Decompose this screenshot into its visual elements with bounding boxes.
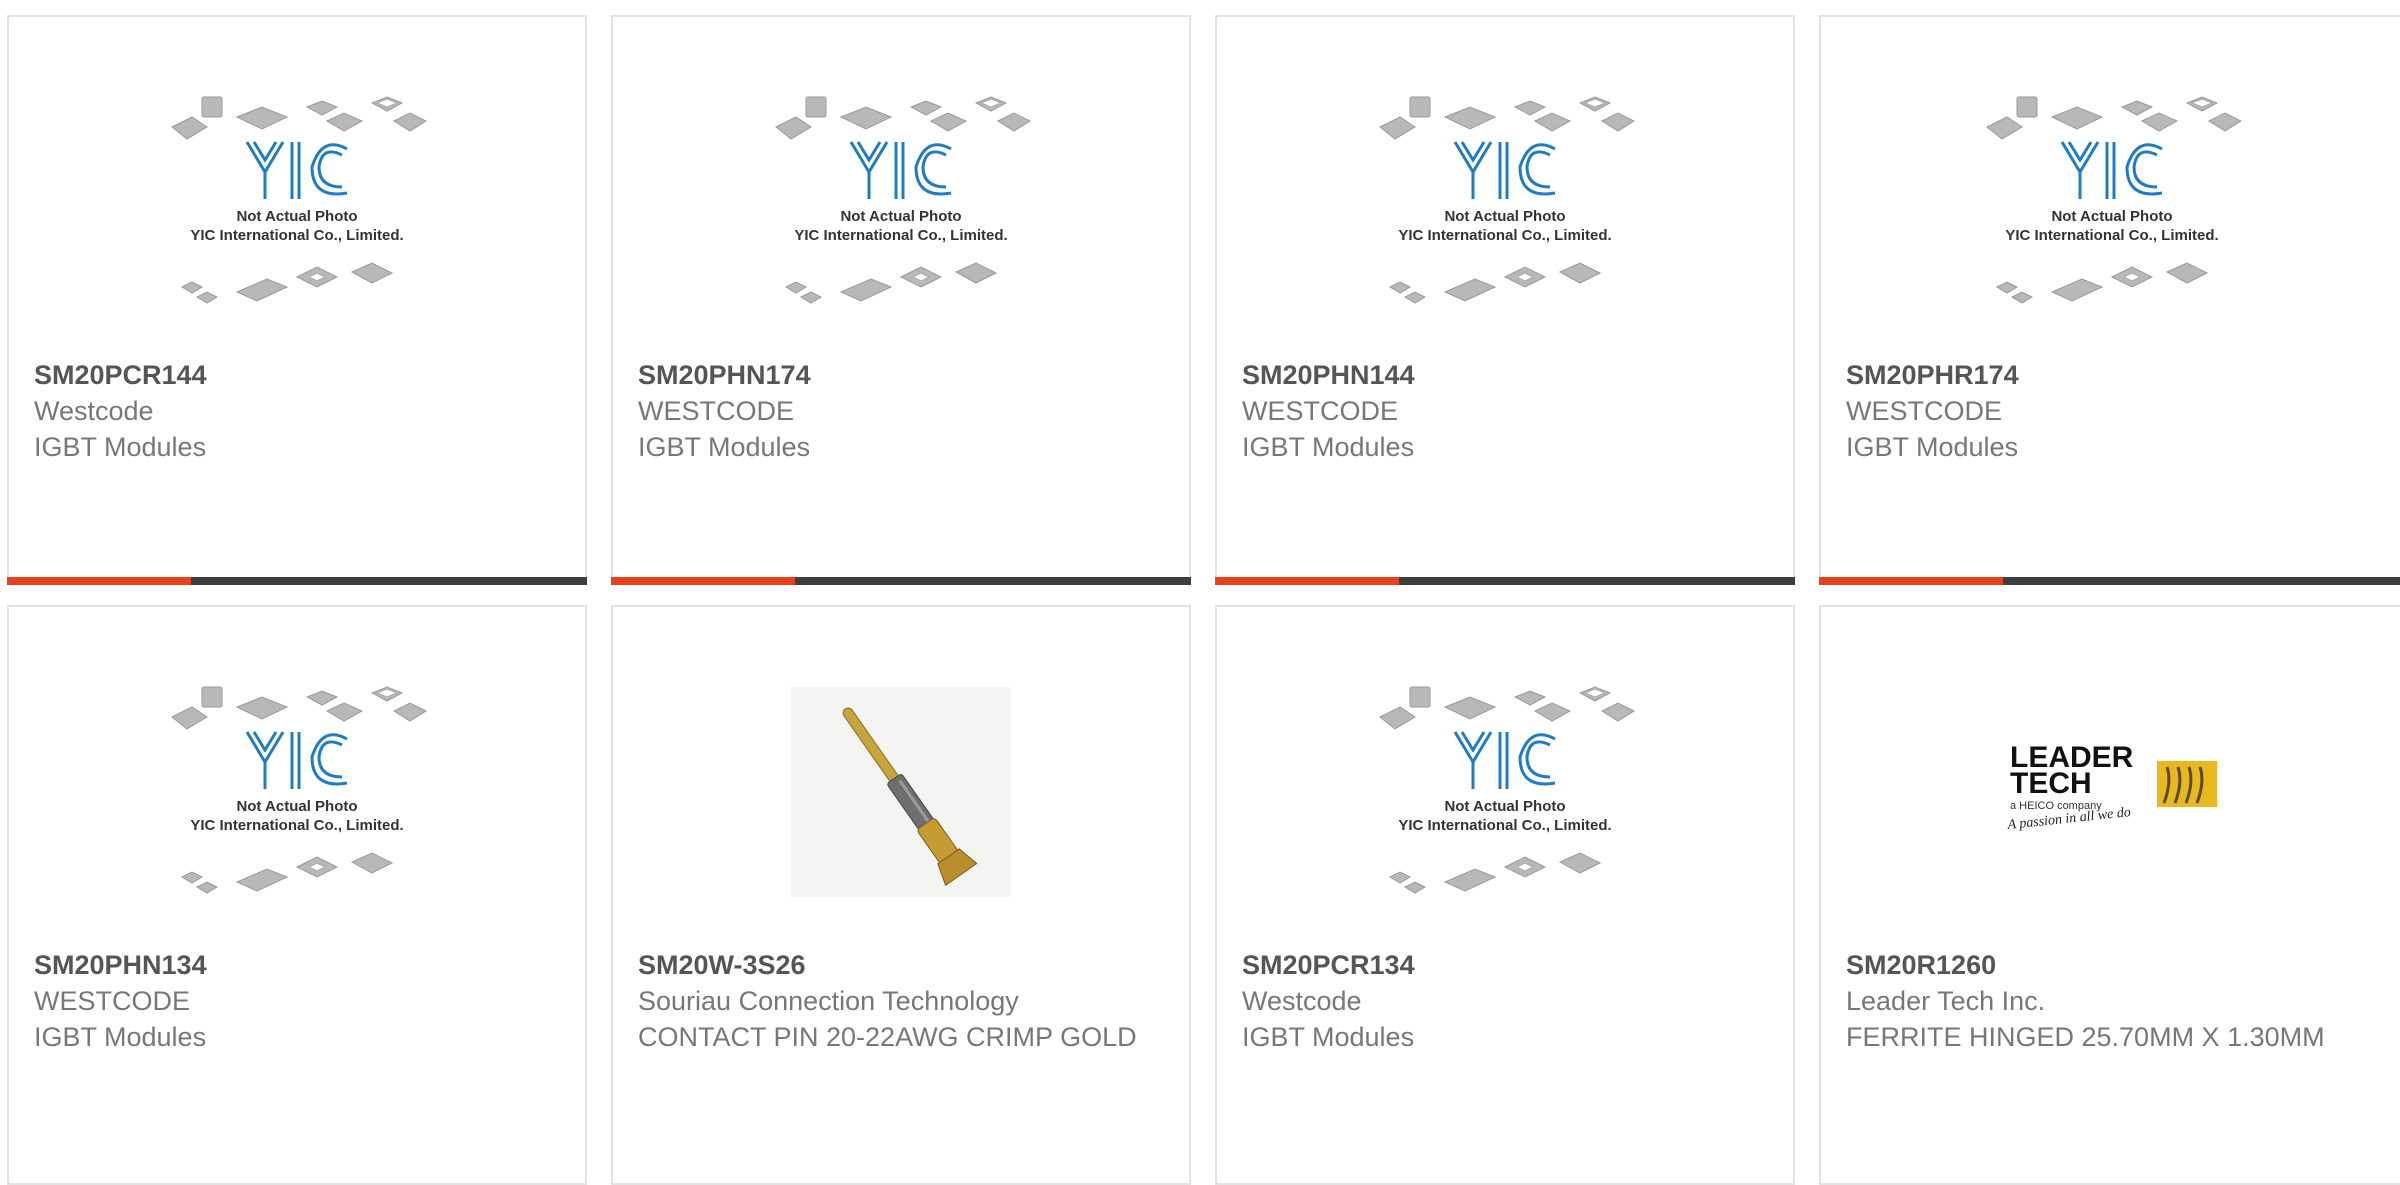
product-image-placeholder[interactable]: Not Actual Photo YIC International Co., … (1217, 87, 1793, 317)
product-info: SM20PHR174 WESTCODE IGBT Modules (1846, 357, 2377, 465)
manufacturer: WESTCODE (34, 986, 191, 1016)
product-card[interactable]: LEADER TECH a HEICO company A passion in… (1819, 605, 2400, 1185)
svg-text:YIC International Co., Limited: YIC International Co., Limited. (2005, 227, 2218, 244)
description: FERRITE HINGED 25.70MM X 1.30MM (1846, 1022, 2325, 1052)
svg-text:YIC International Co., Limited: YIC International Co., Limited. (1398, 227, 1611, 244)
product-info: SM20PHN174 WESTCODE IGBT Modules (638, 357, 1164, 465)
yic-placeholder-image: Not Actual Photo YIC International Co., … (1379, 96, 1636, 304)
part-number[interactable]: SM20PCR144 (34, 357, 560, 393)
svg-text:YIC International Co., Limited: YIC International Co., Limited. (190, 227, 403, 244)
manufacturer: Leader Tech Inc. (1846, 986, 2046, 1016)
product-card[interactable]: SM20W-3S26 Souriau Connection Technology… (611, 605, 1191, 1185)
product-card[interactable]: Not Actual Photo YIC International Co., … (1215, 15, 1795, 585)
part-number[interactable]: SM20PHN174 (638, 357, 1164, 393)
part-number[interactable]: SM20PHN144 (1242, 357, 1768, 393)
svg-text:Not Actual Photo: Not Actual Photo (840, 208, 961, 225)
product-image-placeholder[interactable]: Not Actual Photo YIC International Co., … (1217, 677, 1793, 907)
svg-text:YIC International Co., Limited: YIC International Co., Limited. (190, 817, 403, 834)
svg-text:Not Actual Photo: Not Actual Photo (236, 208, 357, 225)
leader-tech-logo: LEADER TECH a HEICO company A passion in… (2005, 741, 2217, 833)
product-image-placeholder[interactable]: Not Actual Photo YIC International Co., … (9, 87, 585, 317)
description: IGBT Modules (34, 432, 207, 462)
part-number[interactable]: SM20W-3S26 (638, 947, 1164, 983)
product-image[interactable]: LEADER TECH a HEICO company A passion in… (1821, 677, 2400, 907)
description: IGBT Modules (638, 432, 811, 462)
product-image[interactable] (613, 677, 1189, 907)
product-card[interactable]: Not Actual Photo YIC International Co., … (7, 605, 587, 1185)
svg-text:Not Actual Photo: Not Actual Photo (2051, 208, 2172, 225)
accent-segment (1215, 577, 1399, 585)
card-accent-bar (1215, 577, 1795, 585)
yic-placeholder-image: Not Actual Photo YIC International Co., … (171, 686, 428, 894)
accent-segment (1819, 577, 2003, 585)
product-info: SM20PCR144 Westcode IGBT Modules (34, 357, 560, 465)
description: IGBT Modules (1846, 432, 2019, 462)
product-card[interactable]: Not Actual Photo YIC International Co., … (1819, 15, 2400, 585)
contact-pin-photo (791, 687, 1011, 897)
part-number[interactable]: SM20PHN134 (34, 947, 560, 983)
manufacturer: WESTCODE (1242, 396, 1399, 426)
part-number[interactable]: SM20PHR174 (1846, 357, 2377, 393)
part-number[interactable]: SM20R1260 (1846, 947, 2377, 983)
product-image-placeholder[interactable]: Not Actual Photo YIC International Co., … (613, 87, 1189, 317)
product-card[interactable]: Not Actual Photo YIC International Co., … (1215, 605, 1795, 1185)
manufacturer: WESTCODE (1846, 396, 2003, 426)
product-info: SM20PCR134 Westcode IGBT Modules (1242, 947, 1768, 1055)
product-card[interactable]: Not Actual Photo YIC International Co., … (611, 15, 1191, 585)
description: IGBT Modules (1242, 432, 1415, 462)
product-info: SM20W-3S26 Souriau Connection Technology… (638, 947, 1164, 1055)
svg-text:YIC International Co., Limited: YIC International Co., Limited. (794, 227, 1007, 244)
manufacturer: Westcode (34, 396, 154, 426)
description: IGBT Modules (1242, 1022, 1415, 1052)
product-info: SM20PHN134 WESTCODE IGBT Modules (34, 947, 560, 1055)
description: IGBT Modules (34, 1022, 207, 1052)
product-image-placeholder[interactable]: Not Actual Photo YIC International Co., … (9, 677, 585, 907)
yic-placeholder-image: Not Actual Photo YIC International Co., … (171, 96, 428, 304)
svg-text:YIC International Co., Limited: YIC International Co., Limited. (1398, 817, 1611, 834)
yic-placeholder-image: Not Actual Photo YIC International Co., … (1985, 96, 2242, 304)
card-accent-bar (1819, 577, 2400, 585)
accent-segment (611, 577, 795, 585)
product-info: SM20PHN144 WESTCODE IGBT Modules (1242, 357, 1768, 465)
accent-segment (7, 577, 191, 585)
manufacturer: WESTCODE (638, 396, 795, 426)
card-accent-bar (7, 577, 587, 585)
svg-text:Not Actual Photo: Not Actual Photo (236, 798, 357, 815)
svg-text:Not Actual Photo: Not Actual Photo (1444, 208, 1565, 225)
part-number[interactable]: SM20PCR134 (1242, 947, 1768, 983)
description: CONTACT PIN 20-22AWG CRIMP GOLD (638, 1022, 1137, 1052)
product-image-placeholder[interactable]: Not Actual Photo YIC International Co., … (1821, 87, 2400, 317)
svg-text:TECH: TECH (2010, 767, 2092, 800)
svg-text:Not Actual Photo: Not Actual Photo (1444, 798, 1565, 815)
manufacturer: Westcode (1242, 986, 1362, 1016)
manufacturer: Souriau Connection Technology (638, 986, 1019, 1016)
yic-placeholder-image: Not Actual Photo YIC International Co., … (1379, 686, 1636, 894)
card-accent-bar (611, 577, 1191, 585)
product-card[interactable]: Not Actual Photo YIC International Co., … (7, 15, 587, 585)
yic-placeholder-image: Not Actual Photo YIC International Co., … (775, 96, 1032, 304)
product-info: SM20R1260 Leader Tech Inc. FERRITE HINGE… (1846, 947, 2377, 1055)
